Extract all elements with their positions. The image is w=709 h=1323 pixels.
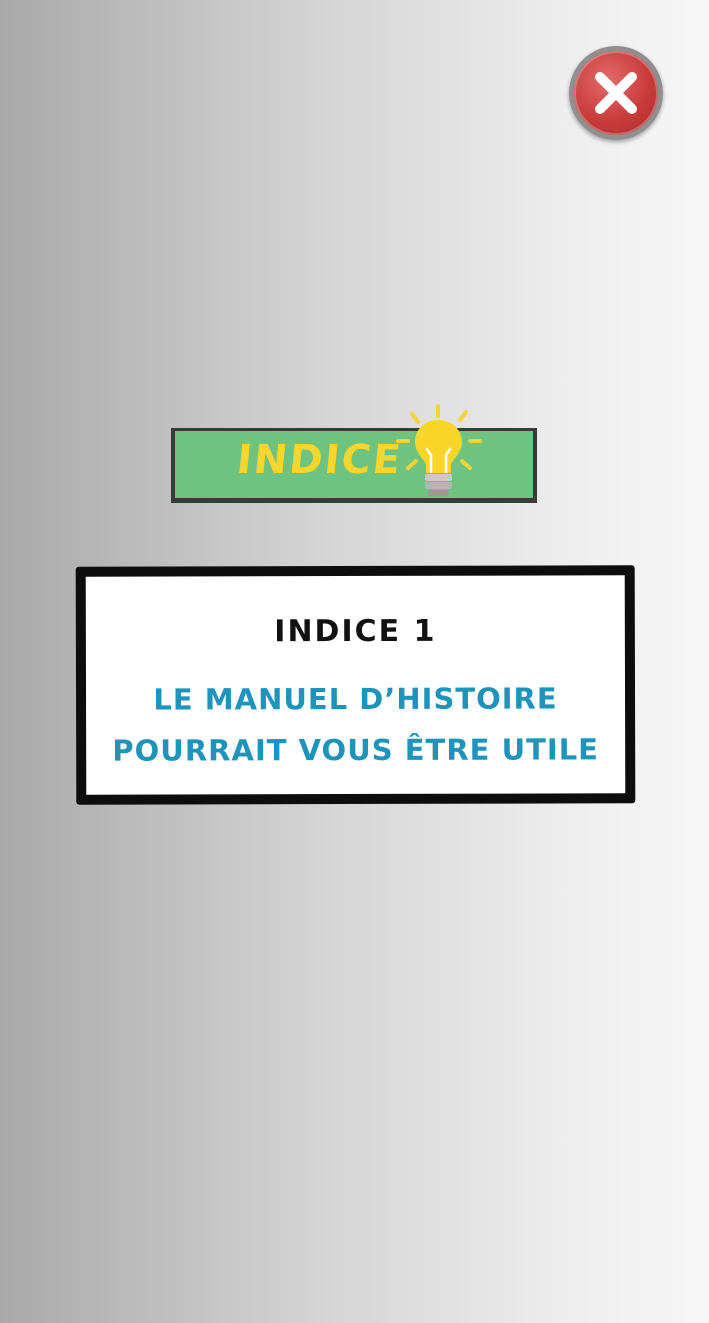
hint-text: LE MANUEL D’HISTOIRE POURRAIT VOUS ÊTRE … (86, 673, 625, 776)
close-icon (595, 72, 637, 114)
close-button[interactable] (569, 46, 663, 140)
hint-text-line-2: POURRAIT VOUS ÊTRE UTILE (112, 732, 600, 768)
lightbulb-icon (396, 404, 482, 496)
hint-title: INDICE 1 (274, 613, 437, 650)
hint-card: INDICE 1 LE MANUEL D’HISTOIRE POURRAIT V… (75, 565, 636, 805)
hint-text-line-1: LE MANUEL D’HISTOIRE (153, 681, 558, 717)
banner-title: INDICE (234, 437, 405, 483)
